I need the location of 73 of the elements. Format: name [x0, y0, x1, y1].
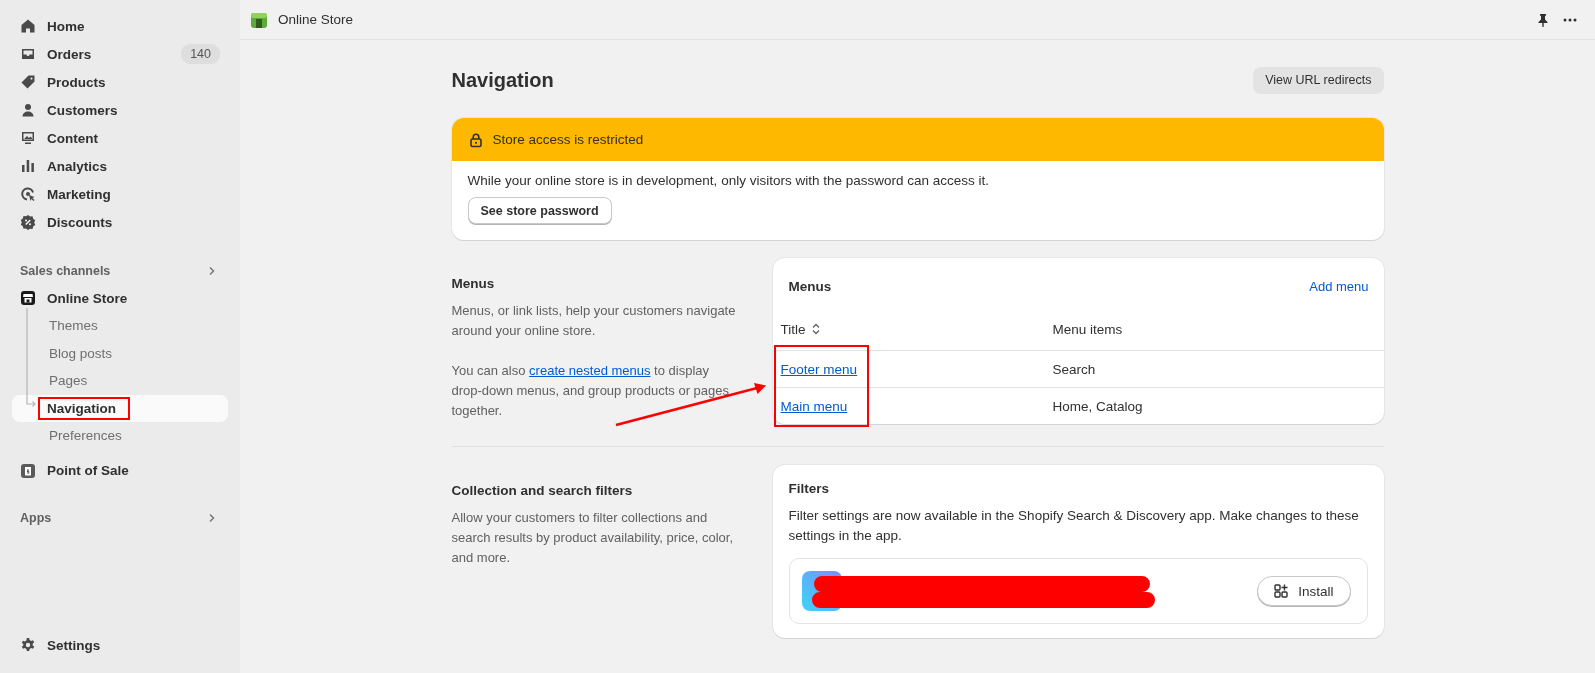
subnav-item[interactable]: Blog posts	[12, 339, 228, 367]
target-icon	[20, 186, 36, 202]
nav-label: Content	[47, 130, 98, 146]
url-redirects-button[interactable]: View URL redirects	[1253, 66, 1384, 94]
section-title: Menus	[451, 276, 496, 291]
nav-item[interactable]: Customers	[12, 96, 228, 124]
lock-icon	[467, 131, 484, 148]
banner-title: Store access is restricted	[492, 132, 644, 147]
nav-label: Settings	[47, 637, 101, 653]
subnav-item[interactable]: Themes	[12, 312, 228, 340]
nav-label: Home	[47, 18, 85, 34]
home-icon	[20, 18, 36, 34]
nav-item[interactable]: Discounts	[12, 208, 228, 236]
nav-label: Blog posts	[49, 345, 113, 361]
card-title: Filters	[788, 481, 830, 496]
pin-icon	[1536, 12, 1550, 27]
card-title: Menus	[788, 278, 832, 294]
section-description: Menus, or link lists, help your customers navigate around your online store.	[451, 302, 737, 340]
nav-item[interactable]: Marketing	[12, 180, 228, 208]
install-button[interactable]: Install	[1257, 576, 1351, 606]
section-heading[interactable]: Sales channels	[20, 264, 111, 278]
banner-text: While your online store is in development, only visitors with the password can access it.	[467, 173, 990, 188]
storefront-icon	[20, 290, 36, 306]
nav-item[interactable]: Home	[12, 12, 228, 40]
card-text: Filter settings are now available in the Shopify Search & Discovery app. Make changes to these settings in the app.	[788, 507, 1360, 545]
nav-label: Products	[47, 74, 106, 90]
monitor-icon	[20, 130, 36, 146]
section-description: Allow your customers to filter collections and search results by product availability, price, color, and more.	[451, 509, 735, 567]
add-menu-link[interactable]: Add menu	[1309, 278, 1369, 294]
nav-label: Online Store	[47, 290, 128, 306]
nav-item[interactable]: Orders 140	[12, 40, 228, 68]
apps-add-icon	[1273, 583, 1290, 599]
person-icon	[20, 102, 36, 118]
nested-menus-link[interactable]: create nested menus	[529, 363, 651, 378]
count-badge: 140	[181, 44, 220, 64]
nav-label: Point of Sale	[47, 463, 129, 478]
bar-chart-icon	[20, 158, 36, 174]
nav-label: Discounts	[47, 214, 113, 230]
nav-label: Pages	[49, 373, 88, 389]
table-cell-text: Search	[1052, 361, 1097, 377]
gear-icon	[20, 637, 36, 653]
tag-icon	[20, 74, 36, 90]
nav-label: Navigation	[47, 400, 116, 416]
table-cell-text: Home, Catalog	[1052, 398, 1144, 414]
nav-label: Marketing	[47, 186, 111, 202]
nav-item[interactable]: Online Store	[12, 284, 228, 312]
subnav-item[interactable]: Preferences	[12, 422, 228, 450]
nav-item[interactable]: Content	[12, 124, 228, 152]
nav-label: Orders	[47, 46, 92, 62]
section-description: You can also create nested menus to display drop-down menus, and group products or pages together.	[451, 362, 730, 420]
section-title: Collection and search filters	[451, 483, 634, 498]
nav-label: Preferences	[49, 428, 122, 444]
menu-title-link[interactable]: Footer menu	[780, 361, 858, 377]
shopping-bag-icon	[20, 462, 36, 479]
subnav-item[interactable]: Navigation	[12, 394, 228, 422]
app-title: Online Store	[278, 12, 354, 27]
store-logo-icon	[250, 10, 268, 29]
nav-item[interactable]: Point of Sale	[12, 456, 228, 485]
section-heading[interactable]: Apps	[20, 510, 52, 525]
nav-item[interactable]: Analytics	[12, 152, 228, 180]
nav-item[interactable]: Products	[12, 68, 228, 96]
inbox-icon	[20, 46, 36, 62]
column-header: Menu items	[1052, 321, 1124, 337]
subnav-item[interactable]: Pages	[12, 367, 228, 395]
nav-item[interactable]: Settings	[12, 631, 228, 659]
nav-label: Customers	[47, 102, 118, 118]
column-header[interactable]: Title	[780, 321, 806, 337]
menu-title-link[interactable]: Main menu	[780, 398, 848, 414]
store-password-button[interactable]: See store password	[467, 197, 612, 224]
page-title: Navigation	[451, 68, 554, 92]
nav-label: Analytics	[47, 158, 108, 174]
nav-label: Themes	[49, 318, 98, 334]
discount-icon	[20, 214, 36, 230]
